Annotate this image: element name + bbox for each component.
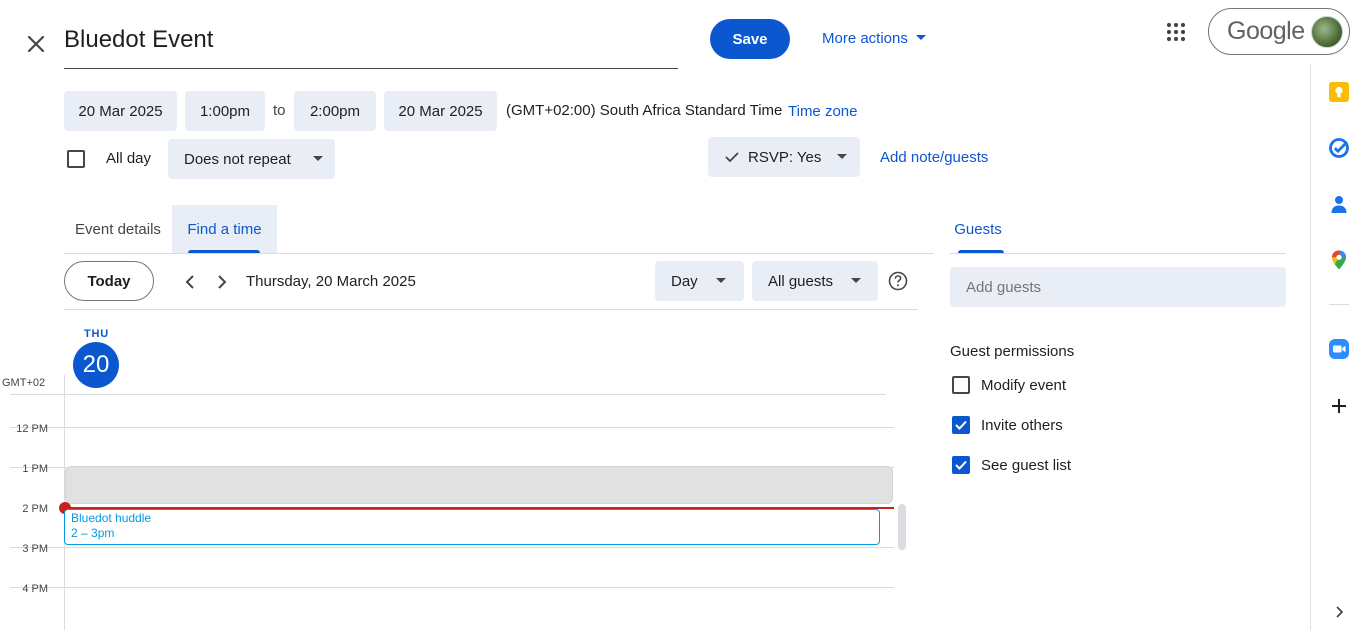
apps-grid-icon	[1166, 22, 1186, 42]
maps-icon	[1332, 250, 1346, 270]
day-abbreviation: THU	[84, 328, 110, 340]
guest-filter-select[interactable]: All guests	[752, 261, 878, 301]
toolbar-divider	[64, 309, 918, 310]
permission-invite-others[interactable]: Invite others	[952, 416, 1063, 434]
day-number[interactable]: 20	[73, 342, 119, 388]
tasks-button[interactable]	[1327, 136, 1351, 160]
grid-scrollbar[interactable]	[898, 504, 906, 550]
keep-button[interactable]	[1327, 80, 1351, 104]
grid-top-line	[10, 394, 886, 395]
chevron-left-icon	[185, 275, 194, 289]
help-icon	[888, 271, 908, 291]
zoom-button[interactable]	[1327, 337, 1351, 361]
hour-line	[10, 427, 894, 428]
close-button[interactable]	[22, 30, 50, 58]
more-actions-label: More actions	[822, 29, 908, 47]
close-icon	[27, 35, 45, 53]
proposed-time-block[interactable]	[65, 466, 893, 504]
permission-modify-event[interactable]: Modify event	[952, 376, 1066, 394]
hour-label: 2 PM	[22, 503, 48, 515]
hour-line	[10, 547, 894, 548]
add-note-guests-link[interactable]: Add note/guests	[880, 149, 988, 166]
repeat-select[interactable]: Does not repeat	[168, 139, 335, 179]
contacts-button[interactable]	[1327, 192, 1351, 216]
get-addons-button[interactable]	[1327, 394, 1351, 418]
rsvp-button[interactable]: RSVP: Yes	[708, 137, 860, 177]
timezone-offset-label: GMT+02	[2, 377, 46, 389]
checkmark-icon	[955, 460, 967, 470]
event-title: Bluedot huddle	[71, 511, 152, 525]
next-day-button[interactable]	[210, 270, 234, 294]
repeat-label: Does not repeat	[184, 150, 291, 168]
permission-label: See guest list	[981, 456, 1072, 474]
hour-label: 1 PM	[22, 463, 48, 475]
all-day-label: All day	[106, 150, 152, 167]
view-label: Day	[671, 272, 698, 290]
side-panel-separator	[1329, 304, 1349, 305]
caret-down-icon	[837, 154, 848, 159]
avatar	[1310, 15, 1343, 48]
event-title-text: Bluedot Event	[64, 26, 214, 53]
modify-event-checkbox[interactable]	[952, 376, 970, 394]
hour-line	[10, 587, 894, 588]
event-title-field[interactable]: Bluedot Event	[64, 22, 678, 69]
today-button[interactable]: Today	[64, 261, 154, 301]
permission-see-guest-list[interactable]: See guest list	[952, 456, 1071, 474]
date-heading: Thursday, 20 March 2025	[246, 273, 416, 290]
tab-find-a-time[interactable]: Find a time	[172, 205, 277, 253]
chevron-right-icon	[218, 275, 227, 289]
previous-day-button[interactable]	[178, 270, 202, 294]
hour-label: 3 PM	[22, 543, 48, 555]
check-icon	[725, 152, 739, 163]
start-date-chip[interactable]: 20 Mar 2025	[64, 91, 177, 131]
maps-button[interactable]	[1327, 248, 1351, 272]
tabs-divider	[64, 253, 934, 254]
contacts-icon	[1331, 196, 1347, 213]
guest-filter-label: All guests	[768, 272, 834, 290]
tab-event-details[interactable]: Event details	[64, 205, 172, 253]
tasks-icon	[1329, 138, 1349, 158]
caret-down-icon	[715, 278, 726, 283]
see-guest-list-checkbox[interactable]	[952, 456, 970, 474]
add-guests-input[interactable]	[950, 267, 1286, 307]
add-icon	[1332, 399, 1346, 413]
permission-label: Invite others	[981, 416, 1063, 434]
to-label: to	[273, 102, 286, 119]
show-side-panel-button[interactable]	[1329, 602, 1349, 622]
help-button[interactable]	[886, 269, 910, 293]
save-button[interactable]: Save	[710, 19, 790, 59]
all-day-checkbox[interactable]	[67, 150, 85, 168]
end-time-chip[interactable]: 2:00pm	[294, 91, 376, 131]
start-time-chip[interactable]: 1:00pm	[185, 91, 265, 131]
permission-label: Modify event	[981, 376, 1067, 394]
caret-down-icon	[851, 278, 862, 283]
chevron-right-icon	[1336, 606, 1343, 618]
google-account-button[interactable]: Google	[1208, 8, 1350, 55]
view-select[interactable]: Day	[655, 261, 744, 301]
timezone-link[interactable]: Time zone	[788, 103, 857, 120]
checkmark-icon	[955, 420, 967, 430]
calendar-event[interactable]: Bluedot huddle 2 – 3pm	[64, 509, 880, 545]
guest-permissions-title: Guest permissions	[950, 343, 1075, 360]
keep-icon	[1329, 82, 1349, 102]
end-date-chip[interactable]: 20 Mar 2025	[384, 91, 497, 131]
google-logo: Google	[1227, 17, 1305, 45]
hour-label: 4 PM	[22, 583, 48, 595]
timezone-text: (GMT+02:00) South Africa Standard Time	[506, 102, 783, 119]
zoom-icon	[1329, 339, 1349, 359]
event-time: 2 – 3pm	[71, 526, 115, 540]
rsvp-label: RSVP: Yes	[748, 148, 822, 166]
caret-down-icon	[312, 156, 323, 161]
more-actions-button[interactable]: More actions	[822, 28, 926, 48]
guests-divider	[950, 253, 1286, 254]
tab-guests[interactable]: Guests	[950, 205, 1006, 253]
caret-down-icon	[915, 35, 926, 40]
invite-others-checkbox[interactable]	[952, 416, 970, 434]
hour-label: 12 PM	[16, 423, 48, 435]
google-apps-button[interactable]	[1164, 20, 1188, 44]
